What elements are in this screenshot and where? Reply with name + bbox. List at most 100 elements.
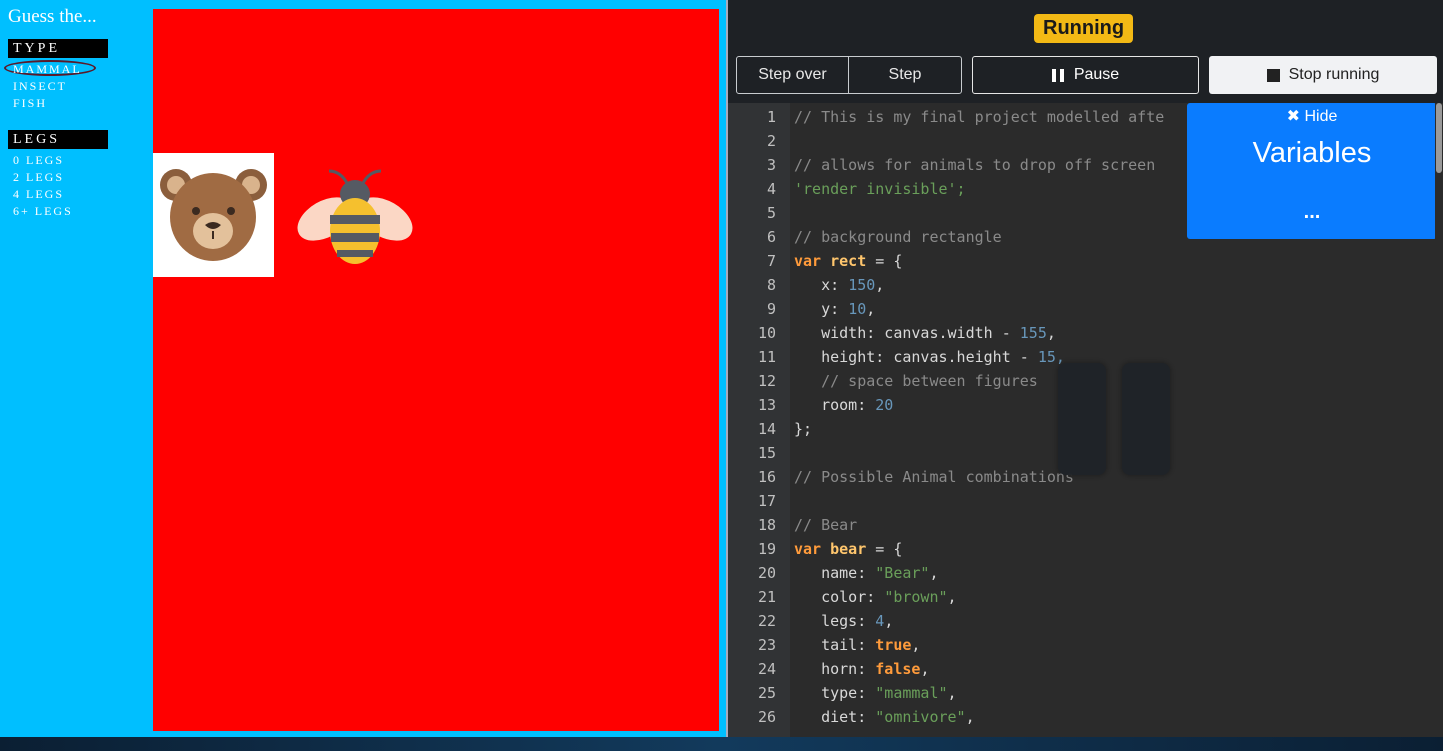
code-line: horn: false, — [794, 660, 930, 678]
legs-option-2[interactable]: 2 LEGS — [13, 170, 64, 185]
line-number: 25 — [757, 684, 776, 702]
code-line: var rect = { — [794, 249, 902, 273]
stop-icon — [1266, 68, 1280, 82]
line-number: 16 — [757, 468, 776, 486]
bear-tile — [153, 153, 274, 277]
code-line: // background rectangle — [794, 228, 1002, 246]
pause-button[interactable]: Pause — [972, 56, 1199, 94]
code-text: width: canvas.width - — [794, 324, 1020, 342]
editor-scrollbar[interactable] — [1435, 103, 1443, 737]
code-line: room: 20 — [794, 393, 893, 417]
line-number: 21 — [757, 588, 776, 606]
code-line: // Bear — [794, 516, 858, 534]
code-text: name: — [794, 564, 876, 582]
line-number: 17 — [757, 492, 776, 510]
string: "Bear" — [875, 564, 930, 582]
boolean: false — [875, 660, 921, 678]
line-number: 9 — [766, 300, 776, 318]
string: "omnivore" — [875, 708, 966, 726]
line-number: 22 — [757, 612, 776, 630]
line-number: 4 — [766, 180, 776, 198]
stop-running-button[interactable]: Stop running — [1209, 56, 1437, 94]
line-number: 20 — [757, 564, 776, 582]
variables-panel[interactable]: ✖ Hide Variables ... — [1187, 103, 1437, 239]
line-number: 11 — [757, 348, 776, 366]
code-line: var bear = { — [794, 537, 902, 561]
code-line: color: "brown", — [794, 588, 957, 606]
code-line: width: canvas.width - 155, — [794, 324, 1056, 342]
code-line: // Possible Animal combinations — [794, 468, 1074, 486]
line-number: 23 — [757, 636, 776, 654]
line-number: 10 — [757, 324, 776, 342]
code-line: // space between figures — [794, 372, 1038, 390]
code-line: tail: true, — [794, 636, 921, 654]
legs-option-4[interactable]: 4 LEGS — [13, 187, 64, 202]
line-number: 18 — [757, 516, 776, 534]
line-number: 5 — [766, 204, 776, 222]
line-number: 15 — [757, 444, 776, 462]
legs-option-6plus[interactable]: 6+ LEGS — [13, 204, 73, 219]
hide-variables-button[interactable]: ✖ Hide — [1187, 106, 1437, 126]
legs-header: LEGS — [8, 130, 108, 149]
line-number: 3 — [766, 156, 776, 174]
identifier: bear — [830, 540, 867, 558]
code-text: tail: — [794, 636, 876, 654]
code-text: x: — [794, 276, 849, 294]
code-line: diet: "omnivore", — [794, 708, 975, 726]
number: 20 — [875, 396, 894, 414]
type-option-mammal[interactable]: MAMMAL — [13, 62, 82, 77]
code-text: room: — [794, 396, 876, 414]
game-stage — [153, 9, 719, 731]
code-text: = { — [866, 252, 903, 270]
code-line: height: canvas.height - 15, — [794, 345, 1065, 369]
number: 4 — [875, 612, 885, 630]
code-text: type: — [794, 684, 876, 702]
line-number: 12 — [757, 372, 776, 390]
game-canvas[interactable]: Guess the... TYPE MAMMAL INSECT FISH LEG… — [0, 0, 726, 737]
legs-option-0[interactable]: 0 LEGS — [13, 153, 64, 168]
number: 10 — [848, 300, 867, 318]
line-number: 24 — [757, 660, 776, 678]
code-text: y: — [794, 300, 849, 318]
number: 150 — [848, 276, 876, 294]
step-button[interactable]: Step — [848, 56, 962, 94]
type-option-insect[interactable]: INSECT — [13, 79, 67, 94]
code-line: // allows for animals to drop off screen — [794, 156, 1156, 174]
code-line: legs: 4, — [794, 612, 894, 630]
keyword: var — [794, 252, 822, 270]
paused-overlay-bar-right — [1122, 363, 1170, 475]
pause-icon — [1051, 68, 1064, 82]
line-number: 13 — [757, 396, 776, 414]
code-line: y: 10, — [794, 300, 876, 318]
code-line: x: 150, — [794, 276, 885, 294]
keyword: var — [794, 540, 822, 558]
os-taskbar — [0, 737, 1443, 751]
type-option-fish[interactable]: FISH — [13, 96, 47, 111]
stop-label: Stop running — [1288, 66, 1380, 83]
boolean: true — [875, 636, 912, 654]
code-line: type: "mammal", — [794, 684, 957, 702]
identifier: rect — [830, 252, 867, 270]
variables-ellipsis: ... — [1303, 201, 1321, 223]
code-line: }; — [794, 420, 813, 438]
scroll-thumb[interactable] — [1436, 103, 1442, 173]
bear-icon — [160, 169, 267, 261]
code-line: // This is my final project modelled aft… — [794, 108, 1165, 126]
code-line: 'render invisible'; — [794, 180, 966, 198]
code-text: color: — [794, 588, 885, 606]
string: "brown" — [884, 588, 948, 606]
string: "mammal" — [875, 684, 948, 702]
code-editor-panel: Running Step over Step Pause Stop runnin… — [726, 0, 1443, 737]
code-text: legs: — [794, 612, 876, 630]
line-number: 8 — [766, 276, 776, 294]
bee-icon — [297, 169, 413, 264]
pause-label: Pause — [1073, 66, 1120, 83]
code-text: diet: — [794, 708, 876, 726]
step-over-button[interactable]: Step over — [736, 56, 849, 94]
line-number: 2 — [766, 132, 776, 150]
paused-overlay-bar-left — [1058, 363, 1106, 475]
line-number: 1 — [766, 108, 776, 126]
line-number: 19 — [757, 540, 776, 558]
line-number: 7 — [766, 252, 776, 270]
code-text: = { — [866, 540, 903, 558]
